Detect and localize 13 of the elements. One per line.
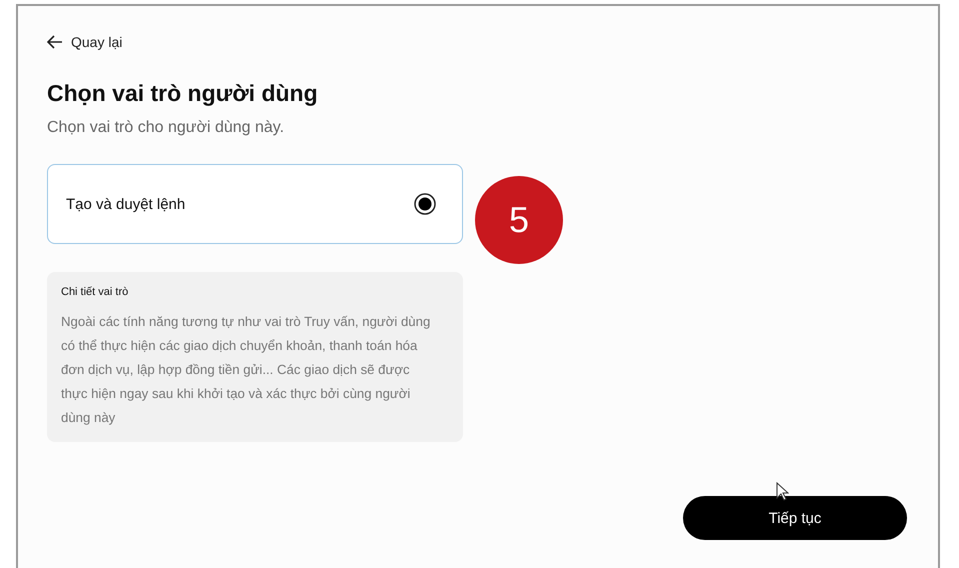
continue-button[interactable]: Tiếp tục — [683, 496, 907, 540]
back-link[interactable]: Quay lại — [47, 34, 122, 50]
role-option[interactable]: Tạo và duyệt lệnh — [47, 164, 463, 244]
back-arrow-icon — [47, 35, 63, 49]
back-label: Quay lại — [71, 34, 122, 50]
details-text: Ngoài các tính năng tương tự như vai trò Truy vấn, người dùng có thể thực hiện các giao dịch chuyển khoản, thanh toán hóa đơn dịch vụ, lập hợp đồng tiền gửi... Các giao dịch sẽ được thực hiện ngay sau khi khởi tạo và xác thực bởi cùng người dùng này — [61, 313, 432, 427]
radio-button[interactable] — [414, 193, 436, 215]
mouse-cursor-icon — [776, 482, 789, 502]
role-label: Tạo và duyệt lệnh — [66, 196, 186, 212]
details-heading: Chi tiết vai trò — [61, 286, 130, 298]
page-title: Chọn vai trò người dùng — [47, 80, 319, 107]
page-subtitle: Chọn vai trò cho người dùng này. — [47, 119, 286, 137]
step-number-badge: 5 — [475, 176, 563, 264]
